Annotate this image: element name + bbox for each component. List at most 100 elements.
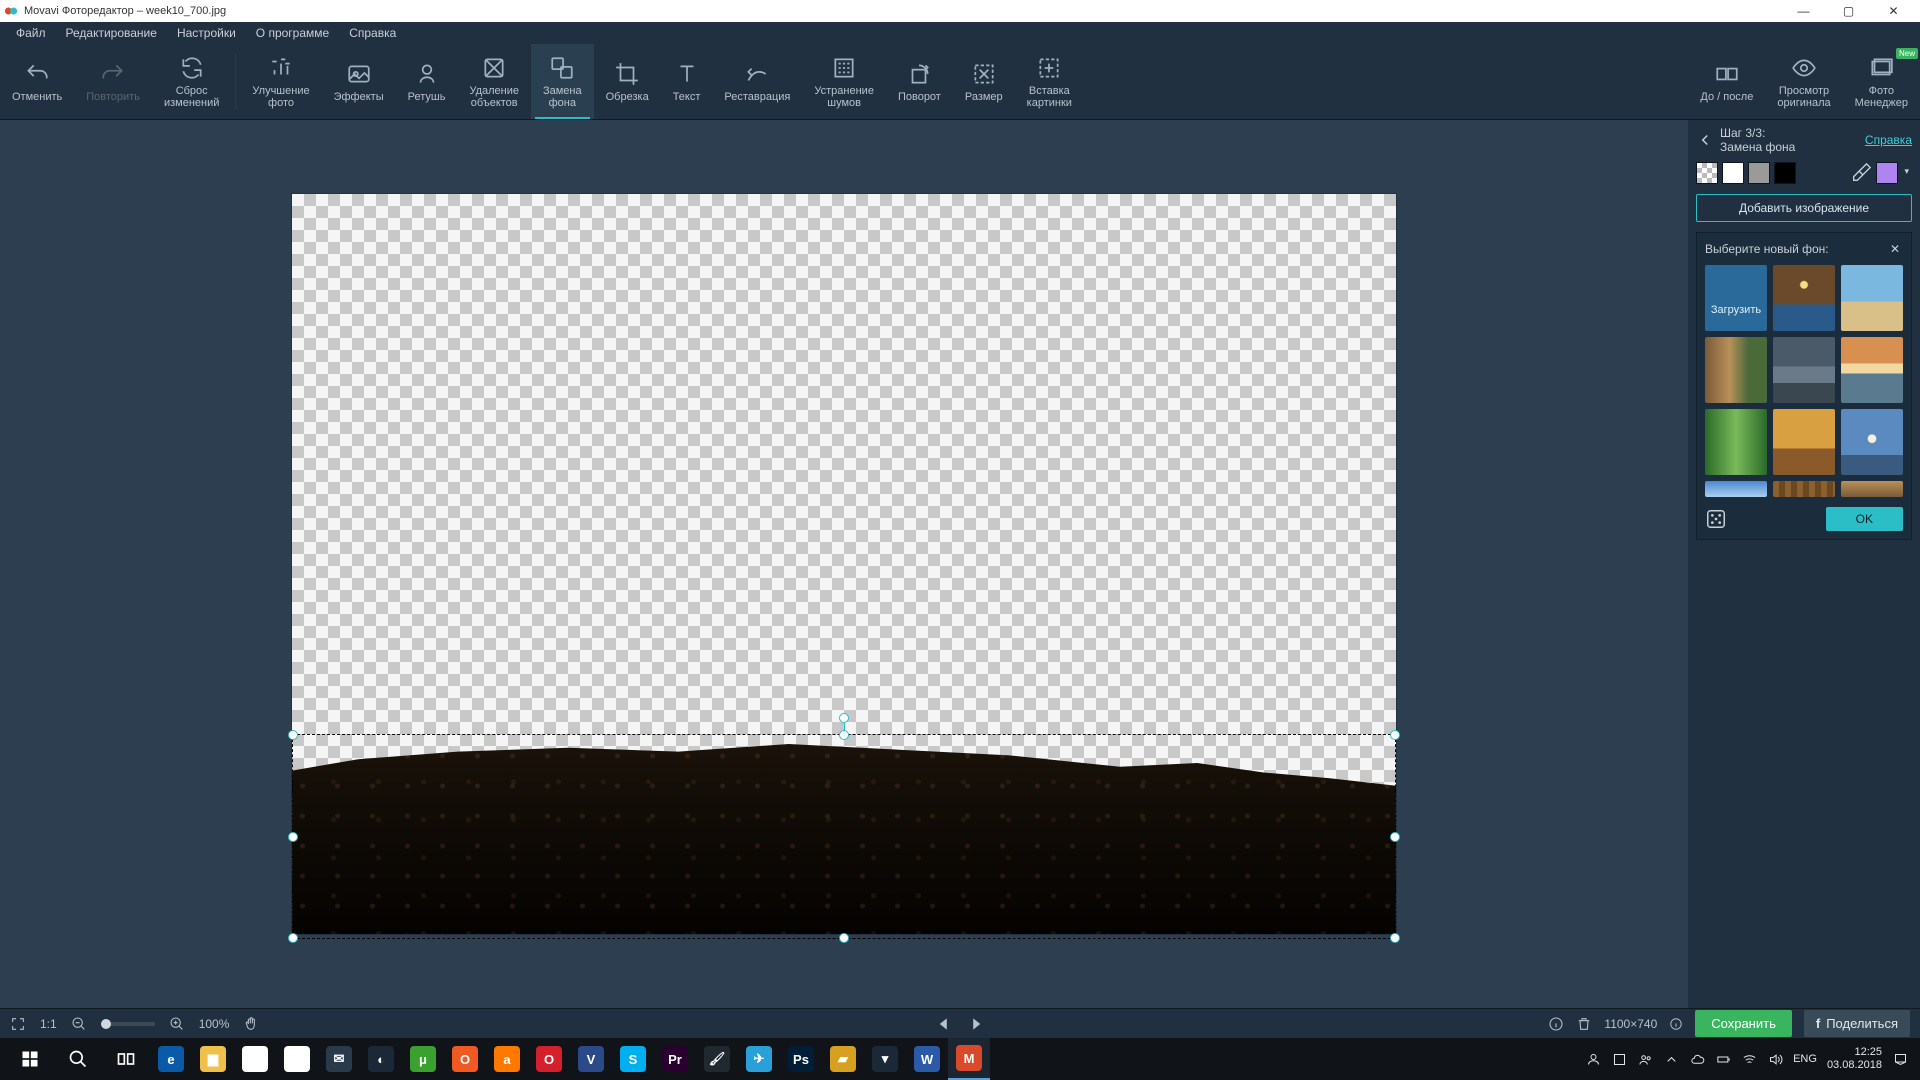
taskbar-app-steam[interactable]: ◐: [360, 1038, 402, 1080]
taskbar-app-avast[interactable]: a: [486, 1038, 528, 1080]
zoom-in-button[interactable]: [169, 1016, 185, 1032]
taskbar-app-chrome[interactable]: ◉: [234, 1038, 276, 1080]
crop-button[interactable]: Обрезка: [594, 44, 661, 119]
swatch-gray[interactable]: [1748, 162, 1770, 184]
tray-cloud-icon[interactable]: [1689, 1051, 1705, 1067]
upload-tile[interactable]: Загрузить: [1705, 265, 1767, 331]
swatch-transparent[interactable]: [1696, 162, 1718, 184]
taskbar-app-origin[interactable]: O: [444, 1038, 486, 1080]
taskview-button[interactable]: [102, 1038, 150, 1080]
taskbar-app-telegram[interactable]: ✈: [738, 1038, 780, 1080]
resize-button[interactable]: Размер: [953, 44, 1015, 119]
menu-help[interactable]: Справка: [339, 22, 406, 44]
bg-tile-city[interactable]: [1773, 337, 1835, 403]
tray-people-icon[interactable]: [1637, 1051, 1653, 1067]
taskbar-app-misc1[interactable]: ▰: [822, 1038, 864, 1080]
rotate-button[interactable]: Поворот: [886, 44, 953, 119]
handle-top-center[interactable]: [839, 730, 849, 740]
taskbar-app-edge[interactable]: e: [150, 1038, 192, 1080]
before-after-button[interactable]: До / после: [1688, 44, 1765, 119]
handle-bottom-center[interactable]: [839, 933, 849, 943]
share-button[interactable]: f Поделиться: [1804, 1010, 1910, 1037]
taskbar-app-paint[interactable]: 🖌: [696, 1038, 738, 1080]
taskbar-app-premiere[interactable]: Pr: [654, 1038, 696, 1080]
undo-button[interactable]: Отменить: [0, 44, 74, 119]
maximize-button[interactable]: ▢: [1826, 0, 1871, 22]
rotate-handle[interactable]: [839, 713, 849, 723]
next-image-button[interactable]: [969, 1017, 983, 1031]
zoom-slider[interactable]: [101, 1022, 155, 1026]
retouch-button[interactable]: Ретушь: [396, 44, 458, 119]
bg-tile-wood[interactable]: [1773, 481, 1835, 497]
bg-tile-autumn[interactable]: [1773, 409, 1835, 475]
remove-objects-button[interactable]: Удаление объектов: [457, 44, 531, 119]
close-button[interactable]: ✕: [1871, 0, 1916, 22]
taskbar-app-skype[interactable]: S: [612, 1038, 654, 1080]
bg-tile-forest[interactable]: [1705, 409, 1767, 475]
start-button[interactable]: [6, 1038, 54, 1080]
taskbar-app-mail[interactable]: ✉: [318, 1038, 360, 1080]
view-original-button[interactable]: Просмотр оригинала: [1765, 44, 1842, 119]
taskbar-app-explorer[interactable]: ▆: [192, 1038, 234, 1080]
bg-tile-alley[interactable]: [1705, 337, 1767, 403]
tray-battery-icon[interactable]: [1715, 1051, 1731, 1067]
taskbar-app-opera[interactable]: O: [528, 1038, 570, 1080]
tray-wifi-icon[interactable]: [1741, 1051, 1757, 1067]
taskbar-app-utorrent[interactable]: μ: [402, 1038, 444, 1080]
delete-button[interactable]: [1576, 1016, 1592, 1032]
add-image-button[interactable]: Добавить изображение: [1696, 194, 1912, 222]
text-button[interactable]: Текст: [661, 44, 713, 119]
photo-manager-button[interactable]: New Фото Менеджер: [1843, 44, 1920, 119]
taskbar-app-word[interactable]: W: [906, 1038, 948, 1080]
prev-image-button[interactable]: [937, 1017, 951, 1031]
info-button[interactable]: [1548, 1016, 1564, 1032]
back-icon[interactable]: [1696, 131, 1714, 149]
handle-bottom-right[interactable]: [1390, 933, 1400, 943]
color-picker-button[interactable]: [1876, 162, 1898, 184]
taskbar-app-movavi[interactable]: M: [948, 1038, 990, 1080]
tray-volume-icon[interactable]: [1767, 1051, 1783, 1067]
denoise-button[interactable]: Устранение шумов: [802, 44, 886, 119]
bg-tile-paris[interactable]: [1773, 265, 1835, 331]
effects-button[interactable]: Эффекты: [322, 44, 396, 119]
handle-bottom-left[interactable]: [288, 933, 298, 943]
reset-button[interactable]: Сброс изменений: [152, 44, 231, 119]
zoom-out-button[interactable]: [71, 1016, 87, 1032]
insert-image-button[interactable]: Вставка картинки: [1015, 44, 1084, 119]
tray-language[interactable]: ENG: [1793, 1053, 1817, 1065]
tray-chevron-up-icon[interactable]: [1663, 1051, 1679, 1067]
search-button[interactable]: [54, 1038, 102, 1080]
tray-clock[interactable]: 12:25 03.08.2018: [1827, 1046, 1882, 1072]
popup-close-icon[interactable]: ✕: [1887, 241, 1903, 257]
menu-edit[interactable]: Редактирование: [56, 22, 167, 44]
fullscreen-button[interactable]: [10, 1016, 26, 1032]
redo-button[interactable]: Повторить: [74, 44, 152, 119]
taskbar-app-ps[interactable]: Ps: [780, 1038, 822, 1080]
bg-tile-arch[interactable]: [1841, 409, 1903, 475]
bg-tile-sunset-beach[interactable]: [1841, 337, 1903, 403]
tray-notifications-icon[interactable]: [1892, 1051, 1908, 1067]
canvas[interactable]: [292, 194, 1396, 934]
taskbar-app-store[interactable]: 🛍: [276, 1038, 318, 1080]
background-swap-button[interactable]: Замена фона: [531, 44, 594, 119]
menu-about[interactable]: О программе: [246, 22, 339, 44]
random-button[interactable]: [1705, 508, 1727, 530]
menu-settings[interactable]: Настройки: [167, 22, 246, 44]
taskbar-app-steam2[interactable]: ▾: [864, 1038, 906, 1080]
taskbar-app-vegas[interactable]: V: [570, 1038, 612, 1080]
bg-tile-beach[interactable]: [1841, 265, 1903, 331]
handle-top-right[interactable]: [1390, 730, 1400, 740]
minimize-button[interactable]: —: [1781, 0, 1826, 22]
swatch-black[interactable]: [1774, 162, 1796, 184]
enhance-button[interactable]: Улучшение фото: [240, 44, 321, 119]
bg-tile-door[interactable]: [1841, 481, 1903, 497]
restore-button[interactable]: Реставрация: [712, 44, 802, 119]
swatch-white[interactable]: [1722, 162, 1744, 184]
eyedropper-button[interactable]: [1850, 162, 1872, 184]
hand-tool-button[interactable]: [243, 1016, 259, 1032]
tray-user-icon[interactable]: [1585, 1051, 1601, 1067]
handle-top-left[interactable]: [288, 730, 298, 740]
help-link[interactable]: Справка: [1865, 133, 1912, 147]
tray-app-icon[interactable]: [1611, 1051, 1627, 1067]
save-button[interactable]: Сохранить: [1695, 1010, 1792, 1037]
